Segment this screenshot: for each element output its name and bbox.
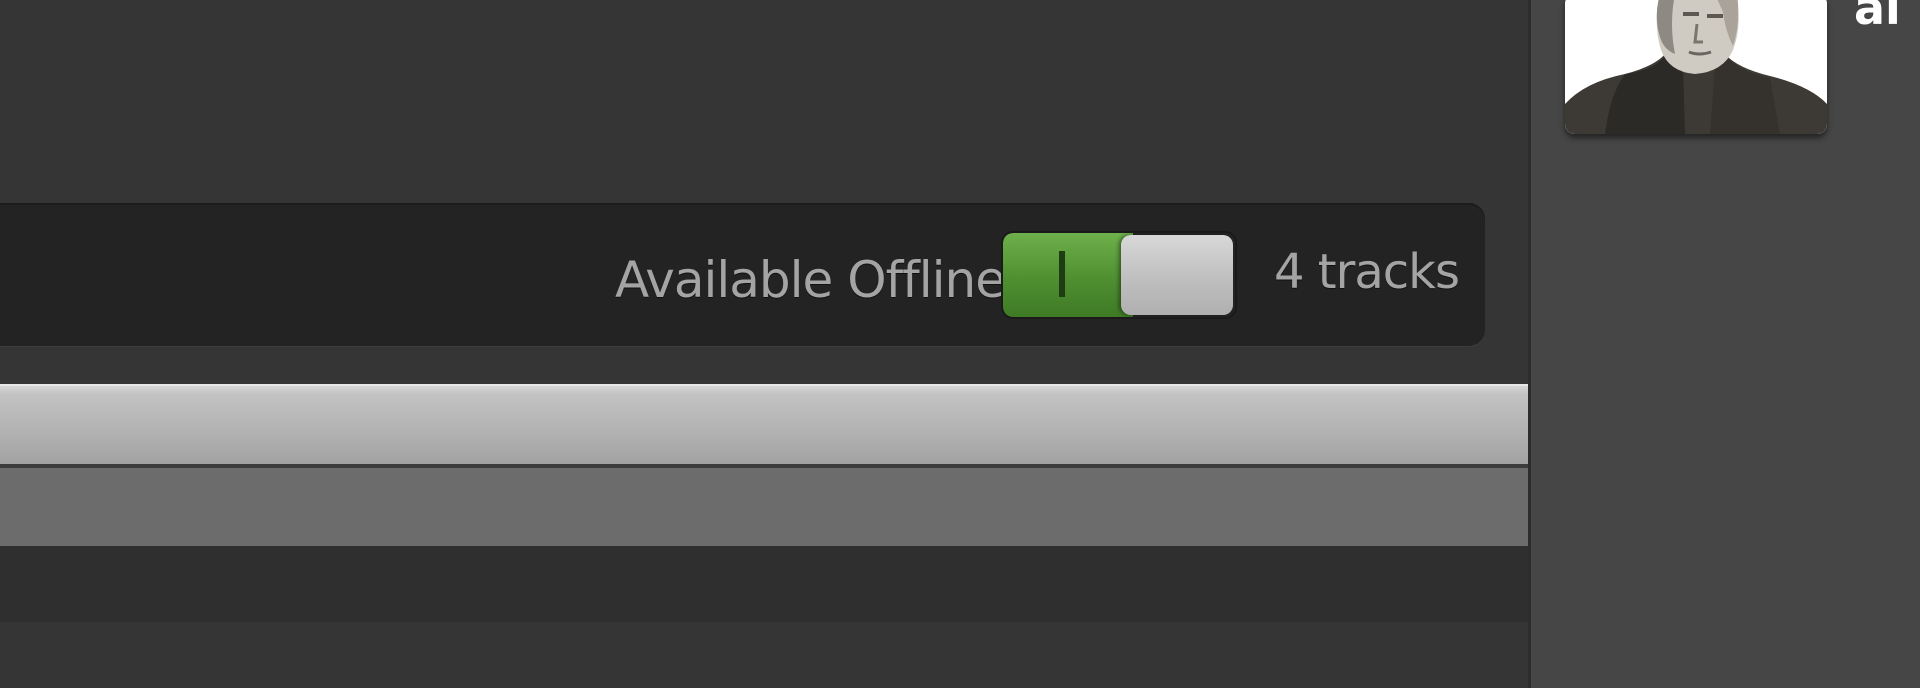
toggle-on-state <box>1003 233 1133 317</box>
main-content: Available Offline 4 tracks <box>0 0 1528 688</box>
available-offline-label: Available Offline <box>615 251 1006 309</box>
avatar-photo-icon <box>1565 0 1827 134</box>
toggle-on-icon <box>1059 251 1065 297</box>
toggle-knob[interactable] <box>1121 235 1233 315</box>
available-offline-toggle[interactable] <box>1003 233 1235 317</box>
track-count: 4 tracks <box>1274 244 1460 300</box>
track-row[interactable] <box>0 468 1528 546</box>
track-row[interactable] <box>0 546 1528 622</box>
tracklist-header <box>0 384 1528 464</box>
user-avatar[interactable] <box>1565 0 1827 134</box>
profile-username[interactable]: ai <box>1854 0 1901 38</box>
